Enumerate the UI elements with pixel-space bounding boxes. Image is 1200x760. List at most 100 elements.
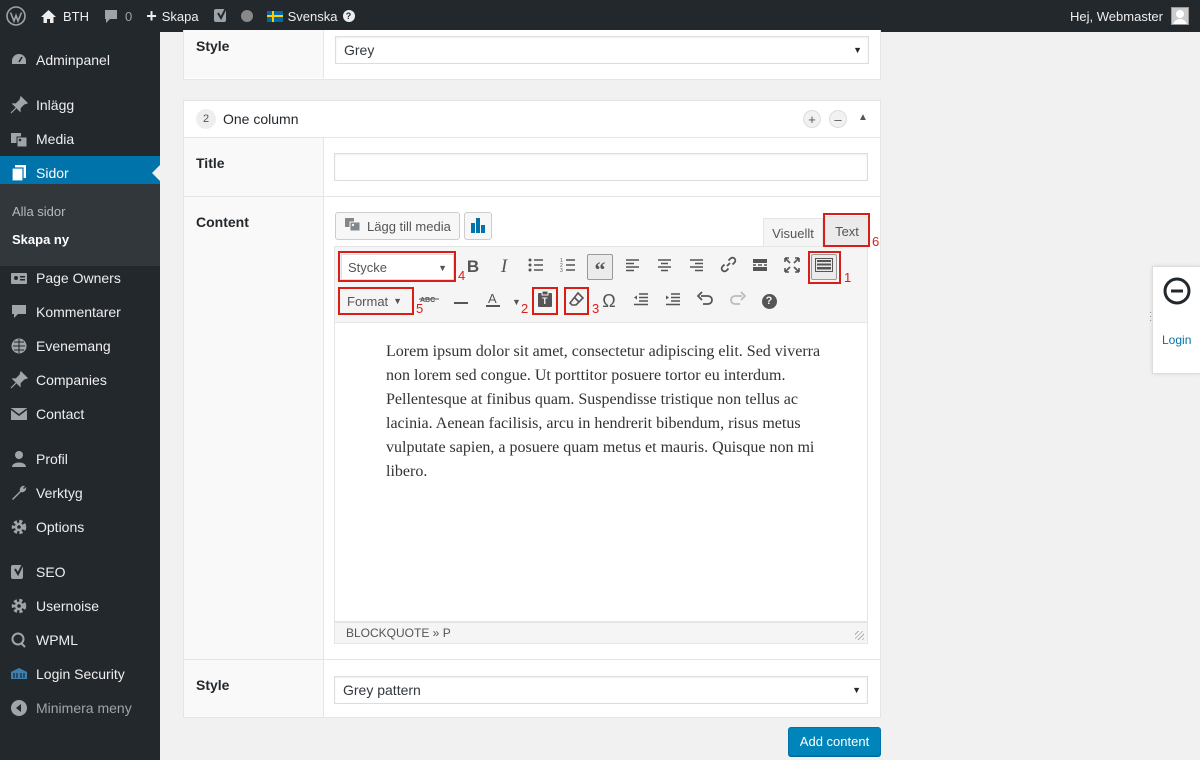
sidebar-item-seo[interactable]: SEO <box>0 555 160 589</box>
resize-handle-icon[interactable] <box>855 631 864 640</box>
row-divider <box>184 196 880 197</box>
editor-content-area[interactable]: Lorem ipsum dolor sit amet, consectetur … <box>334 322 868 622</box>
row-divider <box>184 659 880 660</box>
sidebar-item-login-security[interactable]: Login Security <box>0 657 160 691</box>
annotation-number-3: 3 <box>592 301 600 316</box>
blockquote-button[interactable]: “ <box>587 254 613 282</box>
redo-button[interactable] <box>724 288 750 314</box>
yoast-seo-menu[interactable] <box>206 0 260 32</box>
gear-icon <box>9 596 29 616</box>
style-select[interactable]: Grey pattern ▼ <box>334 676 868 704</box>
editor-body-text[interactable]: Lorem ipsum dolor sit amet, consectetur … <box>386 340 826 484</box>
sidebar-item-profil[interactable]: Profil <box>0 442 160 476</box>
sidebar-item-label: Evenemang <box>36 338 111 354</box>
tab-visual[interactable]: Visuellt <box>763 218 823 248</box>
horizontal-line-icon <box>454 292 468 310</box>
help-icon: ? <box>342 10 355 22</box>
align-center-button[interactable] <box>651 254 677 280</box>
yoast-icon <box>213 7 231 25</box>
annotation-box-1 <box>808 251 841 284</box>
submenu-add-new[interactable]: Skapa ny <box>12 232 69 247</box>
undo-icon <box>696 291 714 311</box>
sidebar-item-inlagg[interactable]: Inlägg <box>0 88 160 122</box>
collapse-icon <box>9 698 29 718</box>
sidebar-item-verktyg[interactable]: Verktyg <box>0 476 160 510</box>
numbered-list-icon: 123 <box>560 258 576 277</box>
annotation-box-6 <box>823 213 870 247</box>
sidebar-item-label: Contact <box>36 406 85 422</box>
shield-icon <box>9 664 29 684</box>
drag-handle-icon[interactable]: · · · <box>1149 308 1152 326</box>
outdent-button[interactable] <box>628 288 654 314</box>
site-name: BTH <box>63 8 89 24</box>
title-input[interactable] <box>334 153 868 181</box>
numbered-list-button[interactable]: 123 <box>555 254 581 280</box>
wordpress-logo-icon[interactable] <box>0 0 33 32</box>
italic-button[interactable]: I <box>491 254 517 280</box>
bullet-list-icon <box>528 258 544 277</box>
site-name-link[interactable]: BTH <box>33 0 96 32</box>
sidebar-item-companies[interactable]: Companies <box>0 363 160 397</box>
horizontal-line-button[interactable] <box>448 288 474 314</box>
sidebar-item-wpml[interactable]: WPML <box>0 623 160 657</box>
greeting: Hej, Webmaster <box>1070 8 1163 24</box>
insert-link-button[interactable] <box>715 254 741 280</box>
annotation-number-4: 4 <box>458 268 466 283</box>
link-icon <box>720 256 737 278</box>
panel-header[interactable]: 2 One column + – ▲ <box>184 101 880 138</box>
comments-link[interactable]: 0 <box>96 0 139 32</box>
sidebar-item-adminpanel[interactable]: Adminpanel <box>0 43 160 77</box>
element-path[interactable]: BLOCKQUOTE » P <box>346 626 451 640</box>
sidebar-item-media[interactable]: Media <box>0 122 160 156</box>
media-icon <box>344 217 361 235</box>
text-color-caret-icon[interactable]: ▼ <box>512 297 521 307</box>
annotation-number-2: 2 <box>521 301 529 316</box>
language-switcher[interactable]: Svenska ? <box>260 0 362 32</box>
sidebar-item-evenemang[interactable]: Evenemang <box>0 329 160 363</box>
style-select[interactable]: Grey ▼ <box>335 36 869 64</box>
add-row-button[interactable]: + <box>803 110 821 128</box>
sidebar-item-label: Page Owners <box>36 270 121 286</box>
dashboard-icon <box>9 50 29 70</box>
read-more-button[interactable] <box>747 254 773 280</box>
indent-button[interactable] <box>660 288 686 314</box>
style-label: Style <box>196 38 230 54</box>
my-account-link[interactable]: Hej, Webmaster <box>1063 0 1196 32</box>
annotation-number-1: 1 <box>844 270 852 285</box>
sidebar-item-options[interactable]: Options <box>0 510 160 544</box>
avatar <box>1171 7 1189 25</box>
annotation-number-6: 6 <box>872 234 880 249</box>
sidebar-item-label: Minimera meny <box>36 700 132 716</box>
bullet-list-button[interactable] <box>523 254 549 280</box>
sidebar-item-page-owners[interactable]: Page Owners <box>0 261 160 295</box>
caret-down-icon: ▼ <box>853 45 862 55</box>
add-media-button[interactable]: Lägg till media <box>335 212 460 240</box>
align-left-button[interactable] <box>619 254 645 280</box>
fullscreen-button[interactable] <box>779 254 805 280</box>
new-content-link[interactable]: + Skapa <box>139 0 205 32</box>
login-link[interactable]: Login <box>1162 333 1191 347</box>
sidebar-item-kommentarer[interactable]: Kommentarer <box>0 295 160 329</box>
collapse-arrow-icon[interactable]: ▲ <box>858 112 868 123</box>
sidebar-item-label: SEO <box>36 564 66 580</box>
add-content-button[interactable]: Add content <box>788 727 881 756</box>
undo-button[interactable] <box>692 288 718 314</box>
gear-icon <box>9 517 29 537</box>
submenu-all-pages[interactable]: Alla sidor <box>12 204 65 219</box>
wrench-icon <box>9 483 29 503</box>
pin-icon <box>9 95 29 115</box>
comment-bubble-icon <box>103 9 119 24</box>
special-character-button[interactable]: Ω <box>596 288 622 314</box>
login-widget[interactable]: · · · Login <box>1149 266 1200 374</box>
text-color-icon: A <box>484 290 502 313</box>
keyboard-shortcuts-button[interactable]: ? <box>756 288 782 314</box>
text-color-button[interactable]: A <box>480 288 506 314</box>
sidebar-item-contact[interactable]: Contact <box>0 397 160 431</box>
align-right-button[interactable] <box>683 254 709 280</box>
sidebar-collapse-menu[interactable]: Minimera meny <box>0 691 160 725</box>
sidebar-item-label: Inlägg <box>36 97 75 113</box>
remove-row-button[interactable]: – <box>829 110 847 128</box>
insert-chart-button[interactable] <box>464 212 492 240</box>
sidebar-item-usernoise[interactable]: Usernoise <box>0 589 160 623</box>
caret-down-icon: ▼ <box>852 685 861 695</box>
